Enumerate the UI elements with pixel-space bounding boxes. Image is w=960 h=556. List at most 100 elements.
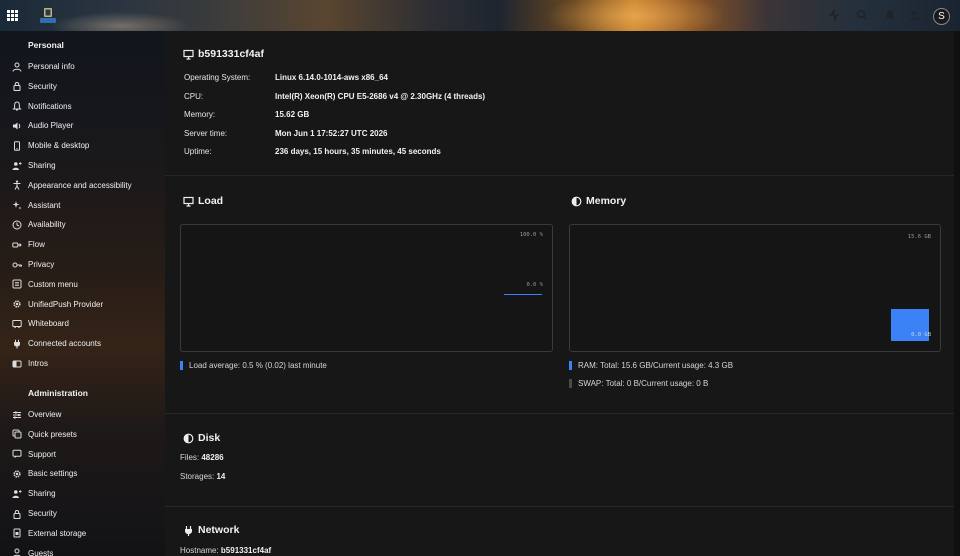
sidebar-item-personal-flow[interactable]: Flow (0, 235, 165, 254)
disk-storages: Storages: 14 (180, 472, 226, 481)
sidebar-item-admin-guests[interactable]: Guests (0, 544, 165, 556)
sidebar-item-label: Availability (28, 220, 66, 230)
sidebar-item-label: Overview (28, 410, 62, 419)
server-info-label: Uptime: (184, 147, 212, 156)
sidebar-item-admin-security[interactable]: Security (0, 504, 165, 523)
apps-grid-icon[interactable] (7, 10, 18, 21)
gear-icon (12, 299, 22, 309)
sidebar-item-label: Connected accounts (28, 339, 101, 349)
sidebar-item-personal-sharing[interactable]: Sharing (0, 156, 165, 175)
sidebar-item-personal-whiteboard[interactable]: Whiteboard (0, 314, 165, 333)
sidebar-item-personal-personal-info[interactable]: Personal info (0, 57, 165, 76)
contacts-icon[interactable] (908, 9, 920, 21)
sidebar-item-label: External storage (28, 528, 87, 538)
bell-icon (12, 101, 22, 111)
load-chart: 100.0 % 0.0 % (180, 224, 553, 352)
sidebar-item-label: Security (28, 509, 57, 518)
sidebar-item-admin-quick-presets[interactable]: Quick presets (0, 425, 165, 444)
sidebar-item-admin-overview[interactable]: Overview (0, 405, 165, 424)
accessibility-icon (12, 180, 22, 191)
lock-icon (12, 509, 22, 519)
share-user-icon (12, 489, 22, 499)
load-y-max-label: 100.0 % (519, 232, 543, 238)
load-title: Load (183, 195, 223, 207)
server-info-value: Linux 6.14.0-1014-aws x86_64 (275, 73, 388, 82)
sidebar-item-label: Security (28, 81, 57, 91)
server-info-label: Server time: (184, 128, 228, 138)
activity-icon[interactable] (828, 9, 840, 21)
sidebar-item-personal-audio-player[interactable]: Audio Player (0, 116, 165, 135)
server-info-label: CPU: (184, 91, 204, 101)
sidebar-item-label: Mobile & desktop (28, 141, 90, 151)
server-info-label: Memory: (184, 110, 216, 119)
sidebar-item-personal-availability[interactable]: Availability (0, 215, 165, 234)
sidebar-item-label: Sharing (28, 489, 56, 499)
key-icon (12, 260, 22, 270)
server-info-value: 236 days, 15 hours, 35 minutes, 45 secon… (275, 147, 441, 156)
sliders-icon (12, 410, 22, 420)
user-icon (12, 62, 22, 72)
server-info-value: 15.62 GB (275, 110, 310, 119)
sidebar-item-personal-privacy[interactable]: Privacy (0, 255, 165, 274)
sidebar-item-admin-external-storage[interactable]: External storage (0, 524, 165, 543)
sidebar-item-label: Guests (28, 548, 54, 556)
gear-icon (12, 469, 22, 479)
sidebar-item-label: Whiteboard (28, 319, 69, 329)
disk-files: Files: 48286 (180, 453, 224, 462)
sidebar-item-personal-unifiedpush-provider[interactable]: UnifiedPush Provider (0, 295, 165, 314)
load-legend-swatch (180, 361, 183, 370)
speaker-icon (12, 121, 22, 131)
plug-icon (183, 525, 194, 536)
notifications-icon[interactable] (884, 9, 896, 21)
administration-heading: Administration (28, 388, 88, 398)
sparkle-icon (12, 200, 22, 210)
sidebar-item-admin-basic-settings[interactable]: Basic settings (0, 464, 165, 483)
lock-icon (12, 81, 22, 92)
sidebar-item-personal-appearance-and-accessibility[interactable]: Appearance and accessibility (0, 176, 165, 195)
flow-icon (12, 240, 22, 250)
sidebar-item-personal-assistant[interactable]: Assistant (0, 196, 165, 215)
user-avatar[interactable]: S (933, 8, 950, 25)
sidebar-item-personal-mobile-desktop[interactable]: Mobile & desktop (0, 136, 165, 155)
search-icon[interactable] (856, 9, 868, 21)
sidebar-item-label: Support (28, 449, 57, 459)
server-title: b591331cf4af (183, 48, 264, 60)
sidebar-item-admin-support[interactable]: Support (0, 445, 165, 464)
server-hostname: b591331cf4af (198, 48, 264, 60)
sidebar-item-label: Basic settings (28, 469, 78, 479)
presets-icon (12, 429, 22, 439)
sidebar-item-personal-connected-accounts[interactable]: Connected accounts (0, 334, 165, 353)
sidebar-item-label: Flow (28, 240, 45, 250)
section-divider (165, 175, 954, 176)
swap-legend: SWAP: Total: 0 B/Current usage: 0 B (569, 379, 708, 388)
memory-pie-icon (571, 196, 582, 207)
user-icon (12, 548, 22, 556)
disk-title: Disk (183, 432, 220, 444)
sidebar-item-label: Quick presets (28, 429, 77, 439)
memory-chart: 15.6 GB 0.0 GB (569, 224, 941, 352)
load-series-line (504, 294, 542, 296)
chat-icon (12, 449, 22, 459)
main-content: b591331cf4af Operating System: Linux 6.14… (165, 31, 954, 556)
main-scrollbar[interactable] (954, 31, 960, 556)
plug-icon (12, 339, 22, 349)
logo-icon[interactable] (38, 7, 58, 25)
sidebar-item-personal-custom-menu[interactable]: Custom menu (0, 275, 165, 294)
sidebar-item-personal-notifications[interactable]: Notifications (0, 97, 165, 116)
menu-box-icon (12, 279, 22, 289)
load-current-label: 0.0 % (526, 282, 543, 288)
sidebar-item-admin-sharing[interactable]: Sharing (0, 484, 165, 503)
network-hostname: Hostname: b591331cf4af (180, 546, 272, 555)
whiteboard-icon (12, 319, 22, 329)
sidebar-item-personal-security[interactable]: Security (0, 77, 165, 96)
load-legend: Load average: 0.5 % (0.02) last minute (180, 361, 327, 370)
sidebar-item-label: UnifiedPush Provider (28, 299, 104, 309)
sidebar-item-label: Appearance and accessibility (28, 180, 132, 190)
sidebar-item-label: Notifications (28, 101, 72, 111)
sidebar-item-label: Audio Player (28, 121, 74, 131)
memory-title: Memory (571, 195, 626, 207)
section-divider (165, 506, 954, 507)
intro-icon (12, 359, 22, 369)
memory-current-label: 0.0 GB (911, 332, 931, 338)
sidebar-item-personal-intros[interactable]: Intros (0, 354, 165, 373)
